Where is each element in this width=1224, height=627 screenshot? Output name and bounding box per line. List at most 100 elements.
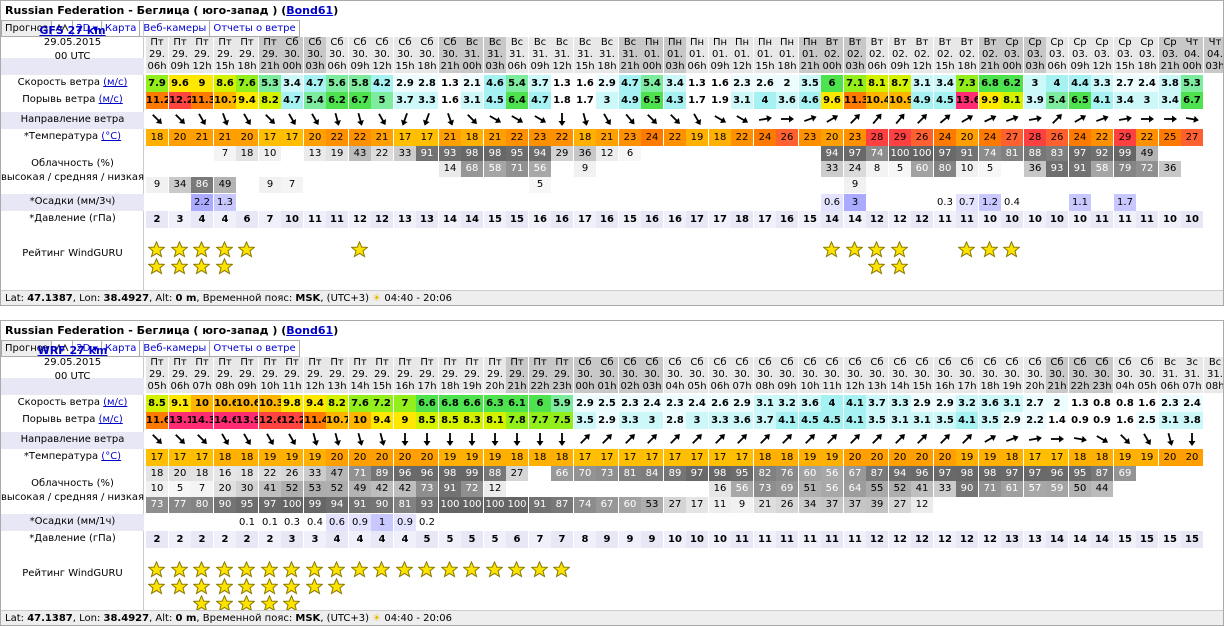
wind-direction-arrow-icon (647, 114, 657, 124)
wind-direction-arrow-icon (760, 434, 770, 444)
day-label: Вт (915, 37, 929, 48)
model-link[interactable]: WRF 27 km (38, 344, 108, 357)
wind-direction-arrow-icon (379, 432, 386, 446)
unit-link[interactable]: (м/с) (103, 397, 127, 408)
wind-speed-cell: 2.3 (731, 75, 753, 92)
wind-speed-cell: 3.1 (1001, 395, 1023, 412)
temperature-cell: 24 (641, 129, 663, 146)
wind-speed-cell: 4.6 (484, 75, 506, 92)
wind-direction-arrow-icon (1006, 115, 1019, 122)
model-link[interactable]: GFS 27 km (39, 24, 105, 37)
forecast-column: Вс 31. 00h 2.1 3.1 18 98 68 14 (461, 20, 483, 290)
column-header: Пт 29. 14h (349, 357, 371, 393)
day-label: Сб (1005, 357, 1019, 368)
label-text: 00 UTC (54, 371, 91, 382)
hour-label: 08h (215, 381, 235, 392)
column-header: Сб 30. 00h (281, 37, 303, 73)
rating-star-icon (171, 578, 188, 595)
unit-link[interactable]: (°C) (101, 131, 121, 142)
wind-speed-cell: 2.9 (911, 395, 933, 412)
unit-link[interactable]: (м/с) (99, 414, 123, 425)
cloud-high-cell: 100 (911, 146, 933, 161)
wind-gust-cell: 3.9 (1024, 92, 1046, 109)
wind-speed-cell: 2.4 (686, 395, 708, 412)
column-header: Вт 02. 06h (866, 37, 888, 73)
hour-label: 09h (170, 61, 190, 72)
column-header: Пн 01. 18h (776, 37, 798, 73)
hour-label: 03h (845, 61, 865, 72)
temperature-cell: 22 (664, 129, 686, 146)
cloud-mid-cell: 49 (349, 481, 371, 497)
column-header: Сб 30. 11h (821, 357, 843, 393)
day-label: Пт (330, 357, 344, 368)
forecast-column: Сб 30. 04h 0.8 1.6 19 69 15 (1114, 340, 1136, 610)
day-label: Зс (1186, 357, 1198, 368)
run-time: 00 UTC (1, 371, 144, 383)
user-link[interactable]: Bond61 (286, 324, 333, 337)
forecast-column: Вс 31. 09h 3.7 4.7 23 94 56 5 16 (529, 20, 551, 290)
hour-label: 04h (1115, 381, 1135, 392)
pressure-cell: 12 (371, 211, 393, 228)
wind-speed-cell: 2.9 (394, 75, 416, 92)
column-header: Сб 30. 09h (349, 37, 371, 73)
cloud-high-cell: 18 (191, 466, 213, 481)
date-label: 30. (599, 369, 615, 380)
wind-direction-arrow-icon (602, 434, 612, 444)
date-label: 29. (262, 369, 278, 380)
pressure-cell: 3 (304, 531, 326, 548)
footer-tz-label: Временной пояс: (202, 613, 293, 624)
cloud-mid-cell: 41 (259, 481, 281, 497)
wind-speed-cell: 10.6 (214, 395, 236, 412)
unit-link[interactable]: (м/с) (99, 94, 123, 105)
cloud-high-cell: 89 (371, 466, 393, 481)
day-label: Ср (1163, 37, 1177, 48)
unit-link[interactable]: (м/с) (103, 77, 127, 88)
date-label: 30. (284, 49, 300, 60)
hour-label: 08h (1205, 381, 1224, 392)
date-label: 01. (802, 49, 818, 60)
cloud-low-cell: 12 (911, 497, 933, 513)
date-label: 30. (689, 369, 705, 380)
pressure-cell: 11 (1114, 211, 1136, 228)
pressure-cell: 2 (169, 531, 191, 548)
cloud-low-cell: 73 (146, 497, 168, 513)
temperature-cell: 18 (776, 449, 798, 466)
forecast-column: Сб 30. 05h 2.4 3 17 97 17 10 (686, 340, 708, 610)
rating-star-icon (418, 561, 435, 578)
forecast-column: Пн 01. 09h 1.6 1.9 18 17 (709, 20, 731, 290)
wind-gust-cell: 3.3 (416, 92, 438, 109)
cloud-high-cell: 97 (686, 466, 708, 481)
wind-direction-arrow-icon (715, 434, 725, 444)
day-label: Вт (983, 37, 997, 48)
pressure-cell: 10 (1181, 211, 1203, 228)
wind-direction-arrow-icon (826, 114, 839, 123)
pressure-cell: 15 (619, 211, 641, 228)
wind-speed-cell: 1.3 (551, 75, 573, 92)
pressure-cell: 11 (799, 531, 821, 548)
cloud-high-cell: 76 (776, 466, 798, 481)
cloud-high-cell: 70 (574, 466, 596, 481)
cloud-low-cell: 9 (259, 177, 281, 193)
label-text: 29.05.2015 (43, 37, 102, 48)
cloud-high-cell: 98 (979, 466, 1001, 481)
spot-name: Russian Federation - Беглица ( юго-запад… (5, 324, 278, 337)
unit-link[interactable]: (°C) (101, 451, 121, 462)
pressure-cell: 11 (934, 211, 956, 228)
wind-speed-cell: 9 (191, 75, 213, 92)
wind-direction-arrow-icon (357, 112, 364, 126)
cloud-mid-cell: 57 (1024, 481, 1046, 497)
wind-gust-cell: 8.3 (461, 412, 483, 429)
temperature-cell: 20 (911, 449, 933, 466)
wind-gust-cell: 9.4 (236, 92, 258, 109)
hour-label: 21h (1047, 381, 1067, 392)
pressure-cell: 13 (394, 211, 416, 228)
date-label: 29. (442, 369, 458, 380)
cloud-high-cell: 88 (484, 466, 506, 481)
user-link[interactable]: Bond61 (286, 4, 333, 17)
pressure-cell: 3 (281, 531, 303, 548)
hour-label: 06h (1160, 381, 1180, 392)
date-label: 30. (644, 369, 660, 380)
column-header: Пт 29. 12h (304, 357, 326, 393)
hour-label: 00h (642, 61, 662, 72)
day-label: Вс (1163, 357, 1177, 368)
